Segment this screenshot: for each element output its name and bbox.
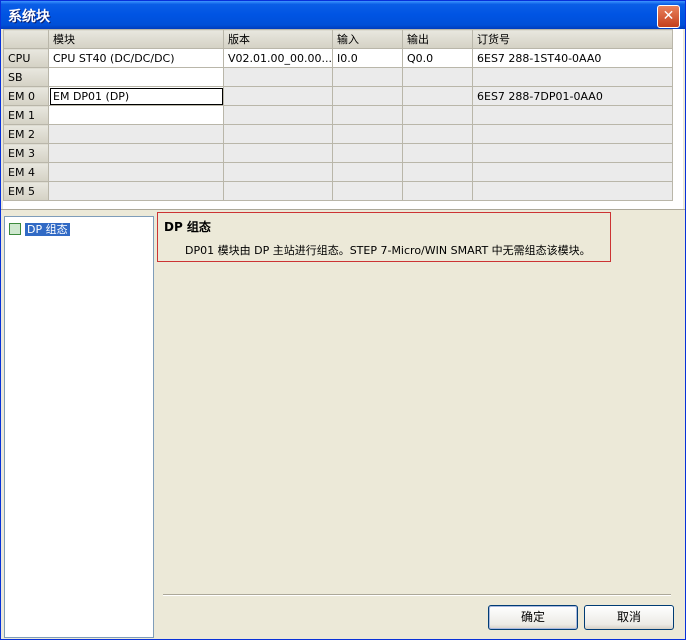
config-tree: DP 组态: [4, 216, 154, 638]
output-cell: [402, 181, 473, 201]
window-title: 系统块: [8, 9, 50, 25]
version-cell: [223, 105, 333, 125]
row-header[interactable]: EM 2: [3, 124, 49, 144]
table-row[interactable]: CPU CPU ST40 (DC/DC/DC) V02.01.00_00.00.…: [3, 48, 673, 68]
column-header-output[interactable]: 输出: [402, 29, 473, 49]
version-cell: V02.01.00_00.00...: [223, 48, 333, 68]
output-cell: [402, 162, 473, 182]
row-header[interactable]: EM 1: [3, 105, 49, 125]
version-cell: [223, 181, 333, 201]
row-header[interactable]: SB: [3, 67, 49, 87]
row-header[interactable]: EM 3: [3, 143, 49, 163]
column-header-input[interactable]: 输入: [332, 29, 403, 49]
order-number-cell: [472, 124, 673, 144]
version-cell: [223, 162, 333, 182]
tree-item-dp-config[interactable]: DP 组态: [9, 221, 70, 237]
input-cell: [332, 124, 403, 144]
module-cell[interactable]: EM DP01 (DP): [48, 86, 224, 106]
title-bar[interactable]: 系统块 ✕: [1, 1, 685, 29]
version-cell: [223, 124, 333, 144]
module-cell[interactable]: [48, 105, 224, 125]
order-number-cell: 6ES7 288-1ST40-0AA0: [472, 48, 673, 68]
module-table: 模块 版本 输入 输出 订货号 CPU CPU ST40 (DC/DC/DC) …: [3, 29, 673, 201]
order-number-cell: [472, 162, 673, 182]
input-cell: [332, 86, 403, 106]
input-cell: [332, 143, 403, 163]
info-title: DP 组态: [164, 220, 211, 234]
order-number-cell: [472, 67, 673, 87]
order-number-cell: [472, 105, 673, 125]
ok-button[interactable]: 确定: [488, 605, 578, 630]
table-row[interactable]: EM 0 EM DP01 (DP) 6ES7 288-7DP01-0AA0: [3, 86, 673, 106]
output-cell: Q0.0: [402, 48, 473, 68]
module-grid: 模块 版本 输入 输出 订货号 CPU CPU ST40 (DC/DC/DC) …: [3, 29, 683, 209]
version-cell: [223, 143, 333, 163]
table-row[interactable]: SB: [3, 67, 673, 87]
table-row[interactable]: EM 2: [3, 124, 673, 144]
module-cell[interactable]: [48, 162, 224, 182]
row-header[interactable]: EM 4: [3, 162, 49, 182]
input-cell: [332, 67, 403, 87]
module-node-icon: [9, 223, 21, 235]
input-cell: [332, 105, 403, 125]
output-cell: [402, 86, 473, 106]
order-number-cell: [472, 143, 673, 163]
module-cell[interactable]: [48, 181, 224, 201]
module-cell[interactable]: [48, 143, 224, 163]
table-header-row: 模块 版本 输入 输出 订货号: [3, 29, 673, 49]
column-header-module[interactable]: 模块: [48, 29, 224, 49]
module-cell[interactable]: CPU ST40 (DC/DC/DC): [48, 48, 224, 68]
version-cell: [223, 86, 333, 106]
module-cell[interactable]: [48, 67, 224, 87]
column-header-version[interactable]: 版本: [223, 29, 333, 49]
cancel-button[interactable]: 取消: [584, 605, 674, 630]
row-header[interactable]: EM 5: [3, 181, 49, 201]
input-cell: [332, 181, 403, 201]
output-cell: [402, 105, 473, 125]
order-number-cell: 6ES7 288-7DP01-0AA0: [472, 86, 673, 106]
output-cell: [402, 67, 473, 87]
button-separator: [163, 594, 671, 596]
module-cell[interactable]: [48, 124, 224, 144]
version-cell: [223, 67, 333, 87]
info-description: DP01 模块由 DP 主站进行组态。STEP 7-Micro/WIN SMAR…: [185, 244, 591, 257]
system-block-dialog: 系统块 ✕ 模块 版本 输入 输出 订货号 CPU CPU ST40 (DC/D…: [0, 0, 686, 640]
row-header[interactable]: EM 0: [3, 86, 49, 106]
close-button[interactable]: ✕: [657, 5, 680, 28]
column-header-order-number[interactable]: 订货号: [472, 29, 673, 49]
info-panel: DP 组态 DP01 模块由 DP 主站进行组态。STEP 7-Micro/WI…: [157, 212, 611, 262]
table-row[interactable]: EM 4: [3, 162, 673, 182]
table-row[interactable]: EM 5: [3, 181, 673, 201]
row-header[interactable]: CPU: [3, 48, 49, 68]
output-cell: [402, 124, 473, 144]
table-row[interactable]: EM 1: [3, 105, 673, 125]
column-header-slot: [3, 29, 49, 49]
table-row[interactable]: EM 3: [3, 143, 673, 163]
output-cell: [402, 143, 473, 163]
input-cell: I0.0: [332, 48, 403, 68]
order-number-cell: [472, 181, 673, 201]
input-cell: [332, 162, 403, 182]
tree-item-label: DP 组态: [25, 223, 70, 236]
